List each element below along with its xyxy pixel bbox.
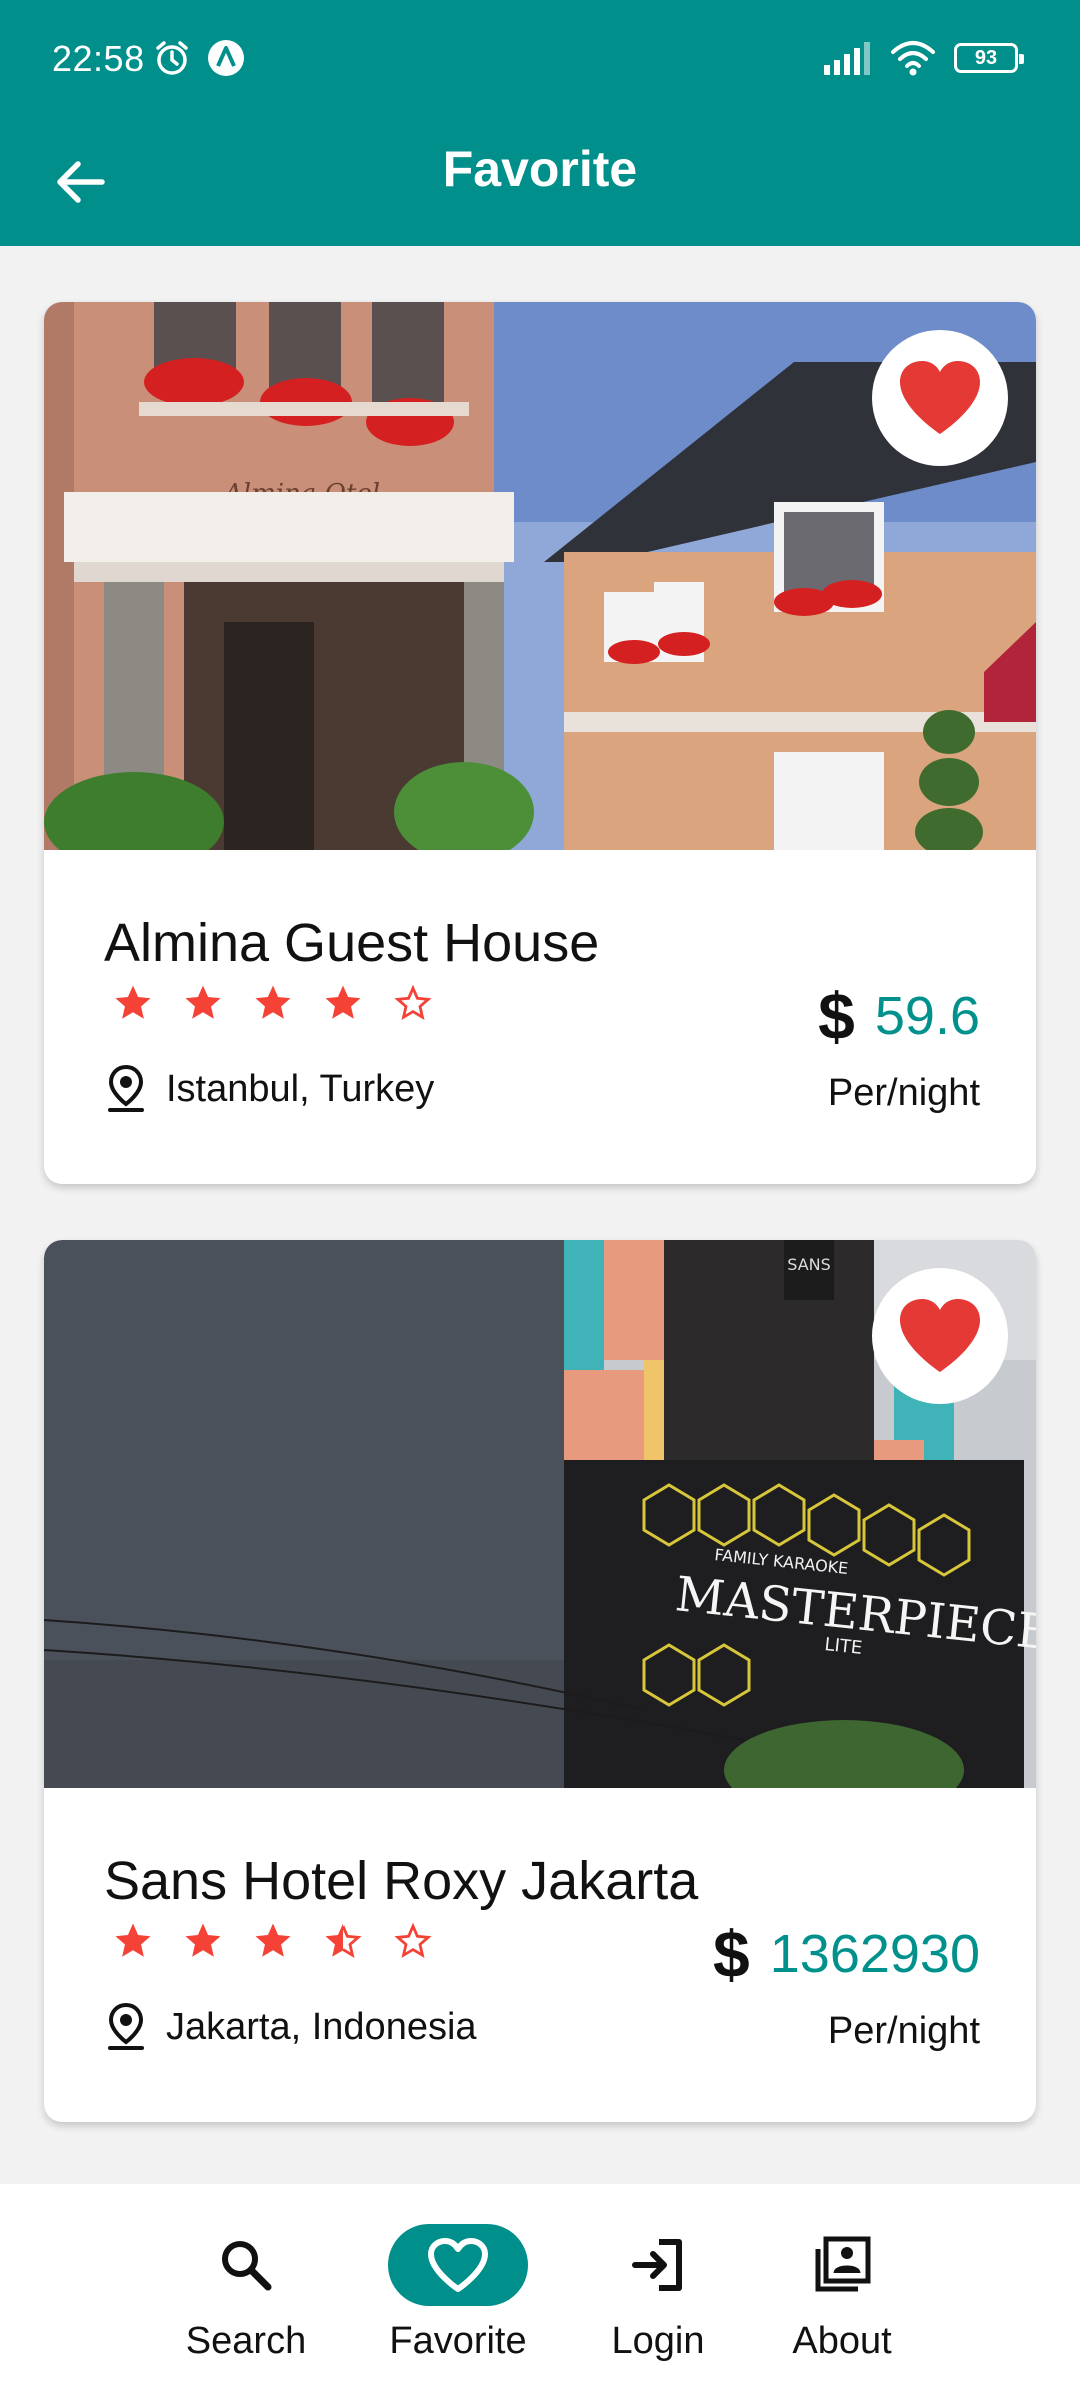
wifi-icon	[891, 41, 935, 76]
star-filled-icon	[185, 985, 221, 1019]
star-filled-icon	[185, 1923, 221, 1957]
status-icons-right: 93	[822, 40, 1024, 76]
sign-lite-text: LITE	[823, 1634, 863, 1659]
hotel-location: Jakarta, Indonesia	[106, 2002, 477, 2052]
signal-icon	[824, 42, 870, 75]
heart-icon	[428, 2238, 488, 2292]
about-icon	[815, 2236, 871, 2292]
status-bar: 22:58 93	[0, 0, 1080, 120]
location-pin-icon	[108, 1064, 144, 1112]
nav-label: Favorite	[389, 2320, 527, 2362]
star-outline-icon	[394, 1922, 432, 1959]
nav-item-login[interactable]: Login	[588, 2224, 728, 2363]
price: $ 1362930	[713, 1916, 980, 1992]
nav-label: Search	[185, 2320, 307, 2362]
top-bar: 22:58 93 Favorite	[0, 0, 1080, 246]
favorite-toggle-button[interactable]	[872, 1268, 1008, 1404]
location-text: Jakarta, Indonesia	[166, 2005, 477, 2048]
nav-label: About	[792, 2320, 892, 2362]
nav-icon-container	[588, 2224, 728, 2306]
rating-stars	[112, 982, 434, 1024]
nav-item-about[interactable]: About	[772, 2224, 912, 2363]
star-filled-icon	[255, 1923, 291, 1957]
status-icons-left	[152, 38, 246, 78]
star-filled-icon	[115, 985, 151, 1019]
tower-sign-text: SANS	[787, 1255, 831, 1274]
star-outline-icon	[394, 984, 432, 1021]
location-text: Istanbul, Turkey	[166, 1067, 435, 1110]
star-filled-icon	[115, 1923, 151, 1957]
hotel-name: Sans Hotel Roxy Jakarta	[104, 1851, 699, 1911]
battery-indicator: 93	[954, 43, 1024, 73]
hotel-card[interactable]: Almina Otel	[44, 302, 1036, 1184]
price-value: 59.6	[874, 986, 980, 1046]
search-icon	[222, 2241, 272, 2291]
nav-icon-container-active	[388, 2224, 528, 2306]
currency-symbol: $	[713, 1917, 750, 1991]
currency-symbol: $	[818, 979, 855, 1053]
star-filled-icon	[325, 985, 361, 1019]
bottom-navigation: Search Favorite Login About	[0, 2184, 1080, 2400]
page-title: Favorite	[442, 141, 638, 197]
hotel-card[interactable]: SANS FAMILY KARAOKE MASTERPIECE LITE San…	[44, 1240, 1036, 2122]
status-time: 22:58	[52, 38, 145, 79]
price-unit: Per/night	[827, 1072, 980, 1114]
nav-icon-container	[772, 2224, 912, 2306]
nav-item-favorite[interactable]: Favorite	[388, 2224, 528, 2363]
favorites-list[interactable]: Almina Otel	[0, 246, 1080, 2184]
heart-filled-icon	[900, 361, 980, 434]
hotel-location: Istanbul, Turkey	[106, 1064, 434, 1114]
app-bar: Favorite	[0, 120, 1080, 246]
star-filled-icon	[255, 985, 291, 1019]
location-pin-icon	[108, 2002, 144, 2050]
star-half-icon	[325, 1923, 362, 1959]
rating-stars	[112, 1920, 434, 1962]
login-icon	[632, 2239, 682, 2291]
nav-icon-container	[176, 2224, 316, 2306]
hotel-name: Almina Guest House	[104, 913, 600, 973]
alarm-icon	[156, 41, 188, 75]
battery-level: 93	[974, 46, 998, 69]
favorite-toggle-button[interactable]	[872, 330, 1008, 466]
nav-item-search[interactable]: Search	[176, 2224, 316, 2363]
price-value: 1362930	[769, 1924, 980, 1984]
nav-label: Login	[611, 2320, 705, 2362]
price: $ 59.6	[818, 978, 980, 1054]
app-notification-icon	[208, 40, 244, 76]
heart-filled-icon	[900, 1299, 980, 1372]
price-unit: Per/night	[827, 2010, 980, 2052]
